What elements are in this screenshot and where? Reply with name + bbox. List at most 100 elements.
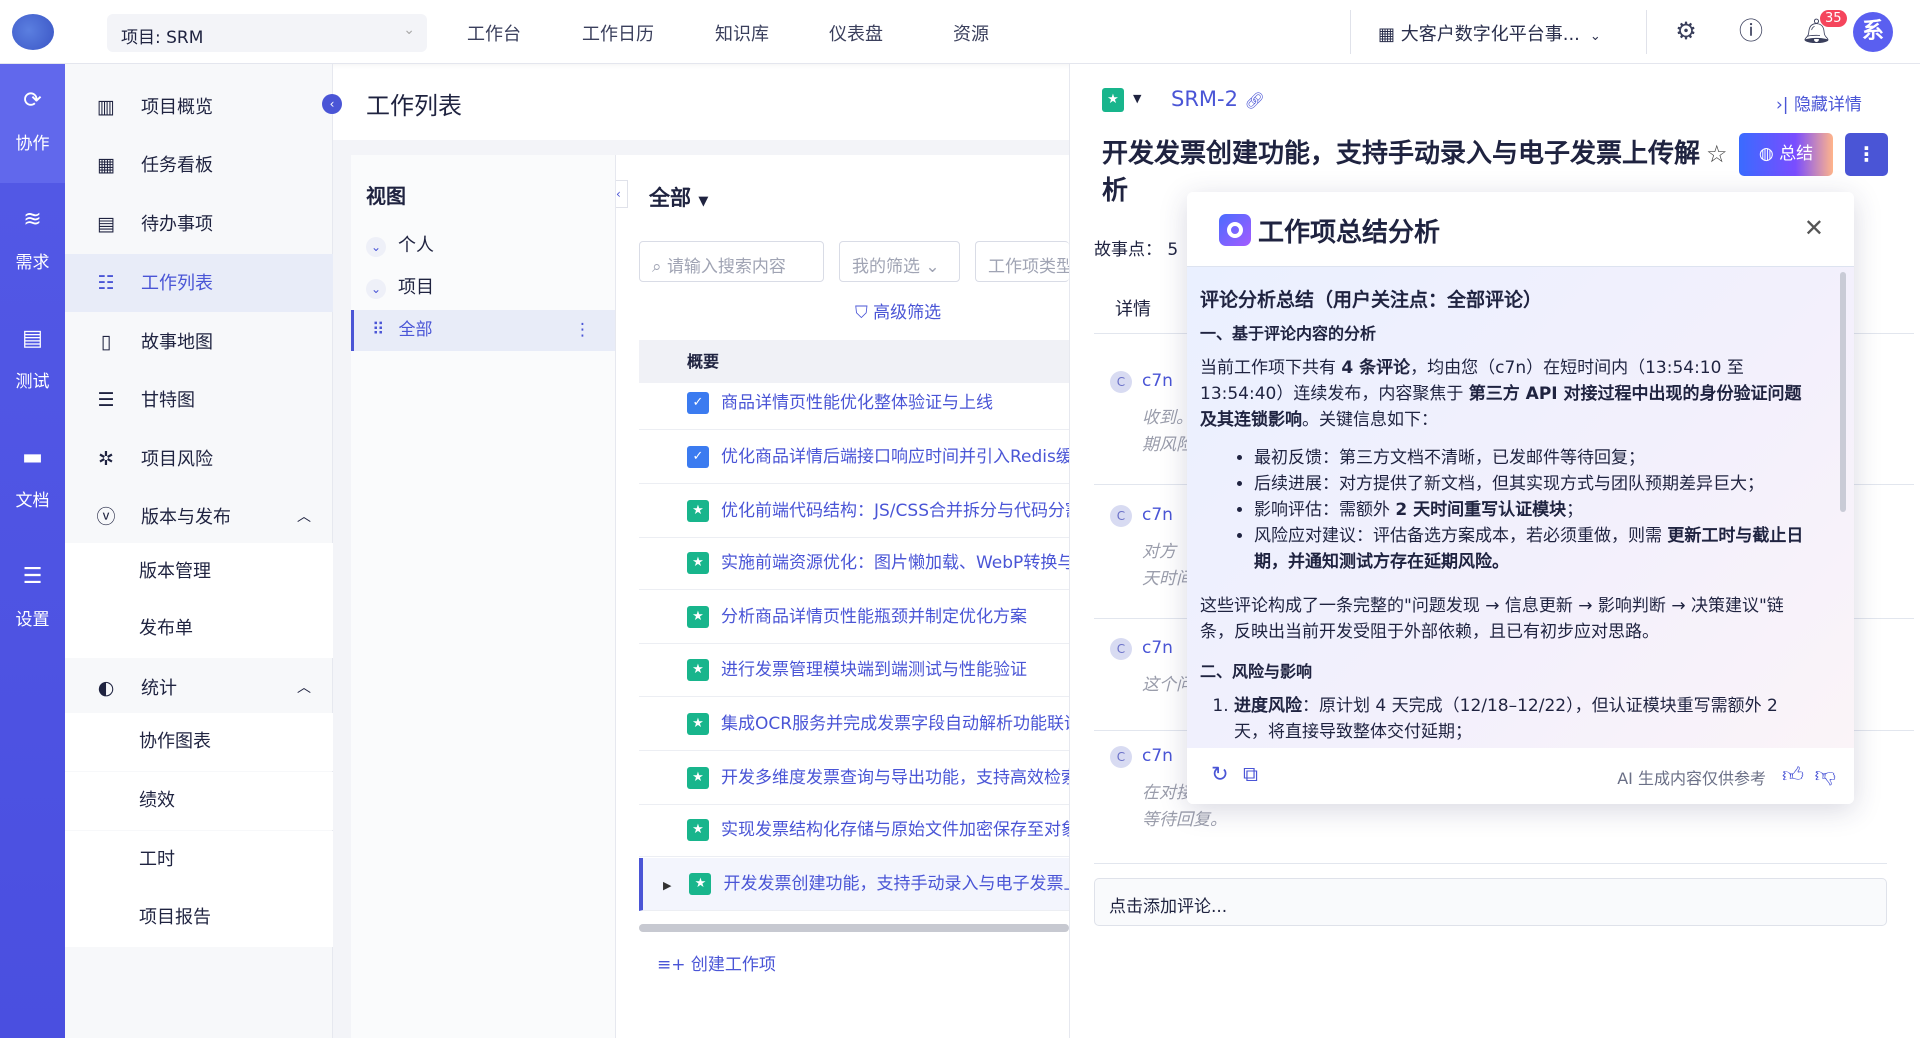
sidebar-item-versions[interactable]: 版本管理: [65, 543, 333, 601]
summary-popup: 工作项总结分析 ✕ 评论分析总结（用户关注点：全部评论） 一、基于评论内容的分析…: [1187, 192, 1854, 804]
view-all[interactable]: ⠿ 全部 ⋮: [351, 310, 615, 351]
chart-icon: ▥: [97, 96, 115, 118]
summary-button[interactable]: ◍ 总结: [1739, 133, 1833, 176]
avatar: C: [1110, 371, 1132, 393]
table-row[interactable]: ★ 开发多维度发票查询与导出功能，支持高效检索: [639, 752, 1069, 805]
link-icon[interactable]: 🔗︎: [1245, 91, 1265, 110]
add-comment-input[interactable]: 点击添加评论...: [1094, 878, 1887, 926]
rail-test[interactable]: ▤ 测试: [0, 302, 65, 421]
chevron-down-icon: ⌄: [925, 257, 940, 277]
regenerate-icon[interactable]: ↻: [1211, 762, 1229, 786]
row-title: 商品详情页性能优化整体验证与上线: [721, 393, 993, 413]
work-item-type-icon[interactable]: ★: [1102, 88, 1124, 112]
comment-user[interactable]: c7n: [1142, 371, 1173, 391]
popup-scrollbar[interactable]: [1840, 272, 1846, 512]
avatar: C: [1110, 746, 1132, 768]
gear-icon[interactable]: ⚙: [1671, 16, 1701, 46]
thumbs-up-icon[interactable]: 👍︎: [1782, 762, 1804, 788]
sidebar-item-overview[interactable]: ▥ 项目概览: [65, 78, 333, 136]
story-icon: ★: [687, 552, 709, 574]
table-row[interactable]: ▶ ★ 开发发票创建功能，支持手动录入与电子发票上传解析: [639, 858, 1069, 911]
copy-icon[interactable]: ⧉: [1243, 762, 1258, 787]
org-selector[interactable]: ▦ 大客户数字化平台事... ⌄: [1378, 20, 1601, 46]
horizontal-scrollbar[interactable]: [639, 924, 1069, 932]
sidebar-item-stats[interactable]: ◐ 统计 ︿: [65, 659, 333, 717]
sidebar-label: 版本与发布: [141, 507, 231, 528]
list-header[interactable]: 全部 ▼: [649, 182, 708, 212]
nav-calendar[interactable]: 工作日历: [582, 20, 654, 46]
hide-details-button[interactable]: ›| 隐藏详情: [1776, 90, 1862, 115]
table-row[interactable]: ★ 优化前端代码结构：JS/CSS合并拆分与代码分割: [639, 485, 1069, 538]
story-points-value[interactable]: 5: [1167, 240, 1178, 260]
chevron-up-icon: ︿: [297, 509, 311, 525]
create-work-item-button[interactable]: ≡+ 创建工作项: [657, 950, 776, 975]
more-icon[interactable]: ⋮: [574, 310, 591, 351]
view-group-project[interactable]: ⌄ 项目: [366, 273, 434, 299]
sidebar-item-worklist[interactable]: ☷ 工作列表: [65, 254, 333, 312]
rail-collab[interactable]: ⟳ 协作: [0, 64, 65, 183]
collab-icon: ⟳: [23, 88, 42, 113]
story-icon: ★: [687, 819, 709, 841]
sidebar-item-board[interactable]: ▦ 任务看板: [65, 136, 333, 194]
expand-icon[interactable]: ▶: [663, 879, 671, 892]
sidebar-item-release[interactable]: ⓥ 版本与发布 ︿: [65, 488, 333, 546]
checkbox-icon: ✓: [687, 392, 709, 414]
rail-settings[interactable]: ☰ 设置: [0, 540, 65, 659]
rail-label: 文档: [15, 491, 50, 511]
sidebar-label: 故事地图: [141, 332, 213, 353]
rail-docs[interactable]: ▬ 文档: [0, 421, 65, 540]
comment: Cc7n 收到。 期风险: [1110, 371, 1193, 459]
table-row[interactable]: ✓ 商品详情页性能优化整体验证与上线: [639, 377, 1069, 430]
table-row[interactable]: ★ 实施前端资源优化：图片懒加载、WebP转换与: [639, 537, 1069, 590]
table-row[interactable]: ★ 分析商品详情页性能瓶颈并制定优化方案: [639, 591, 1069, 644]
sidebar-item-worktime[interactable]: 工时: [65, 831, 333, 889]
help-icon[interactable]: ⓘ: [1736, 16, 1766, 46]
star-icon[interactable]: ☆: [1706, 140, 1728, 168]
comment-user[interactable]: c7n: [1142, 638, 1173, 658]
sidebar-item-report[interactable]: 项目报告: [65, 889, 333, 947]
list-item: 最初反馈：第三方文档不清晰，已发邮件等待回复；: [1254, 445, 1814, 471]
tab-details[interactable]: 详情: [1115, 295, 1151, 321]
type-filter-label: 工作项类型: [988, 257, 1069, 277]
my-filter-select[interactable]: 我的筛选 ⌄: [839, 241, 960, 282]
drag-handle-icon[interactable]: ⠿: [372, 320, 384, 340]
search-input[interactable]: ⌕ 请输入搜索内容: [639, 241, 824, 282]
sidebar-item-collab-charts[interactable]: 协作图表: [65, 713, 333, 771]
thumbs-down-icon[interactable]: 👎︎: [1815, 762, 1836, 788]
divider: [1350, 10, 1351, 54]
type-filter-select[interactable]: 工作项类型: [975, 241, 1069, 282]
collapse-right-icon: ›|: [1776, 95, 1794, 115]
rail-requirements[interactable]: ≋ 需求: [0, 183, 65, 302]
comment-user[interactable]: c7n: [1142, 505, 1173, 525]
advanced-filter-button[interactable]: ⛉ 高级筛选: [855, 298, 941, 323]
my-filter-label: 我的筛选: [852, 257, 920, 277]
view-group-personal[interactable]: ⌄ 个人: [366, 231, 434, 257]
nav-knowledge[interactable]: 知识库: [715, 20, 769, 46]
sidebar-item-release-forms[interactable]: 发布单: [65, 600, 333, 658]
gantt-icon: ☰: [97, 389, 115, 411]
table-row[interactable]: ✓ 优化商品详情后端接口响应时间并引入Redis缓存: [639, 431, 1069, 484]
sidebar-item-backlog[interactable]: ▤ 待办事项: [65, 195, 333, 253]
sidebar-item-gantt[interactable]: ☰ 甘特图: [65, 371, 333, 429]
collapse-sidebar-button[interactable]: ‹: [322, 94, 342, 114]
collapse-views-button[interactable]: ‹: [616, 180, 628, 208]
caret-down-icon[interactable]: ▼: [1133, 92, 1141, 105]
nav-dashboard[interactable]: 仪表盘: [829, 20, 883, 46]
user-avatar[interactable]: 系: [1853, 12, 1893, 52]
sidebar-item-risk[interactable]: ✲ 项目风险: [65, 430, 333, 488]
table-row[interactable]: ★ 进行发票管理模块端到端测试与性能验证: [639, 644, 1069, 697]
sidebar-item-performance[interactable]: 绩效: [65, 772, 333, 830]
project-selector[interactable]: 项目: SRM ⌄: [107, 14, 427, 52]
more-button[interactable]: ⋮: [1845, 133, 1888, 176]
list-item: 风险应对建议：评估备选方案成本，若必须重做，则需 更新工时与截止日期，并通知测试…: [1254, 523, 1814, 575]
story-icon: ★: [687, 606, 709, 628]
nav-workbench[interactable]: 工作台: [467, 20, 521, 46]
sidebar-item-storymap[interactable]: ▯ 故事地图: [65, 313, 333, 371]
close-icon[interactable]: ✕: [1804, 214, 1824, 242]
app-logo[interactable]: [12, 14, 54, 50]
table-row[interactable]: ★ 集成OCR服务并完成发票字段自动解析功能联调: [639, 698, 1069, 751]
nav-resources[interactable]: 资源: [953, 20, 989, 46]
row-title: 实施前端资源优化：图片懒加载、WebP转换与: [721, 553, 1069, 573]
comment-user[interactable]: c7n: [1142, 746, 1173, 766]
table-row[interactable]: ★ 实现发票结构化存储与原始文件加密保存至对象存储: [639, 804, 1069, 857]
